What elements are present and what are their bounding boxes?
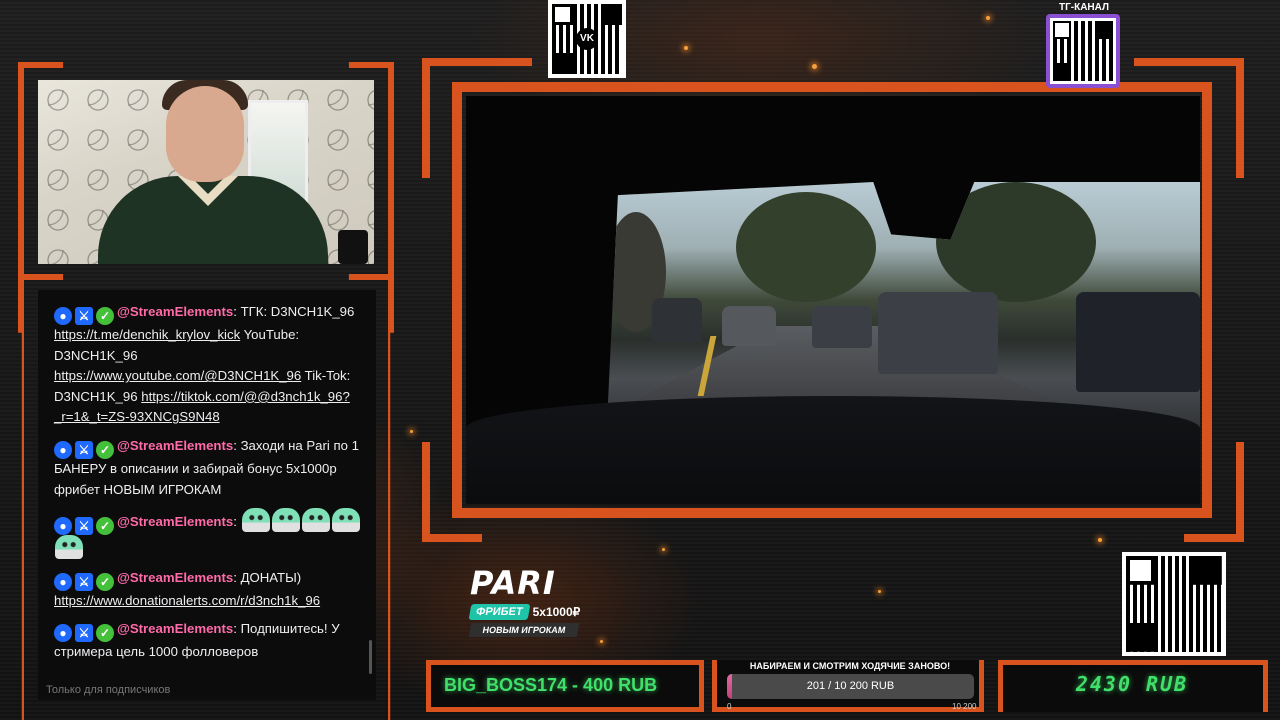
goal-progress-bar: 201 / 10 200 RUB <box>727 674 974 699</box>
moderator-badge-icon: ⚔ <box>75 572 93 591</box>
video-car <box>722 306 776 346</box>
ember-spark <box>684 46 688 50</box>
moderator-badge-icon: ⚔ <box>75 517 93 536</box>
chat-author[interactable]: @StreamElements <box>117 438 233 453</box>
ember-spark <box>410 430 413 433</box>
chat-scrollbar[interactable] <box>369 640 372 674</box>
chat-author[interactable]: @StreamElements <box>117 304 233 319</box>
donation-qr-code[interactable] <box>1122 552 1226 656</box>
emote-icon <box>241 508 270 533</box>
chat-text: ДОНАТЫ) <box>240 569 302 585</box>
last-donation-text: BIG_BOSS174 - 400 RUB <box>444 675 658 695</box>
goal-min-label: 0 <box>727 702 732 711</box>
video-player[interactable] <box>466 96 1200 504</box>
video-car <box>812 306 872 348</box>
chat-message: ● ⚔ ✓ @StreamElements: <box>38 508 376 560</box>
bot-badge-icon: ● <box>54 307 72 325</box>
moderator-badge-icon: ⚔ <box>75 624 93 643</box>
video-car <box>878 292 998 374</box>
chat-message: ● ⚔ ✓ @StreamElements: Подпишитесь! У стрим… <box>54 621 340 660</box>
video-car <box>1076 292 1200 392</box>
chat-message: ● ⚔ ✓ @StreamElements: ТГК: D3NCH1K_96 http… <box>54 304 355 425</box>
goal-max-label: 10 200 <box>952 702 977 711</box>
chat-link[interactable]: https://www.youtube.com/@D3NCH1K_96 <box>54 368 301 383</box>
verified-badge-icon: ✓ <box>96 307 114 325</box>
pari-freebet-label: ФРИБЕТ <box>468 604 531 620</box>
video-dashboard <box>466 396 1200 504</box>
chat-message: ● ⚔ ✓ @StreamElements: ДОНАТЫ) https://www.d… <box>54 569 321 608</box>
chat-link[interactable]: https://www.donationalerts.com/r/d3nch1k… <box>54 593 320 608</box>
vk-qr-code[interactable]: VK <box>548 0 626 78</box>
goal-title: НАБИРАЕМ И СМОТРИМ ХОДЯЧИЕ ЗАНОВО! <box>749 661 951 671</box>
moderator-badge-icon: ⚔ <box>75 440 93 459</box>
chat-text: ТГК: D3NCH1K_96 <box>240 304 355 319</box>
chat-author[interactable]: @StreamElements <box>117 514 233 529</box>
emote-icon <box>55 535 83 560</box>
verified-badge-icon: ✓ <box>96 440 114 459</box>
bot-badge-icon: ● <box>54 440 72 459</box>
pari-logo: PARI <box>470 564 556 602</box>
tg-channel-label: ТГ-КАНАЛ <box>1058 2 1109 13</box>
emote-icon <box>301 508 330 533</box>
ember-spark <box>878 590 881 593</box>
ember-spark <box>986 16 990 20</box>
pari-subtitle: НОВЫМ ИГРОКАМ <box>468 623 580 637</box>
chat-link[interactable]: https://t.me/denchik_krylov_kick <box>54 327 240 342</box>
verified-badge-icon: ✓ <box>96 624 114 643</box>
emote-icon <box>331 508 360 533</box>
ember-spark <box>662 548 665 551</box>
bot-badge-icon: ● <box>54 624 72 643</box>
total-donations: 2430 RUB <box>1075 672 1189 696</box>
chat-author[interactable]: @StreamElements <box>117 621 233 636</box>
ember-spark <box>600 640 603 643</box>
vk-logo-icon: VK <box>576 28 598 50</box>
chat-input-hint[interactable]: Только для подписчиков <box>46 684 170 696</box>
chat-author[interactable]: @StreamElements <box>117 570 233 585</box>
emote-icon <box>271 508 300 533</box>
chat-panel: ● ⚔ ✓ @StreamElements: ТГК: D3NCH1K_96 http… <box>38 290 376 700</box>
video-car <box>652 298 702 342</box>
webcam-view <box>38 80 374 264</box>
tg-qr-code[interactable] <box>1046 14 1120 88</box>
bot-badge-icon: ● <box>54 572 72 591</box>
goal-progress-text: 201 / 10 200 RUB <box>806 680 895 692</box>
bot-badge-icon: ● <box>54 517 72 536</box>
moderator-badge-icon: ⚔ <box>75 307 93 325</box>
verified-badge-icon: ✓ <box>96 572 114 591</box>
pari-banner[interactable]: PARI ФРИБЕТ 5x1000₽ НОВЫМ ИГРОКАМ <box>468 564 590 646</box>
pari-amount: 5x1000₽ <box>532 605 581 619</box>
verified-badge-icon: ✓ <box>96 517 114 536</box>
chat-message: ● ⚔ ✓ @StreamElements: Заходи на Pari по 1 … <box>54 437 359 497</box>
